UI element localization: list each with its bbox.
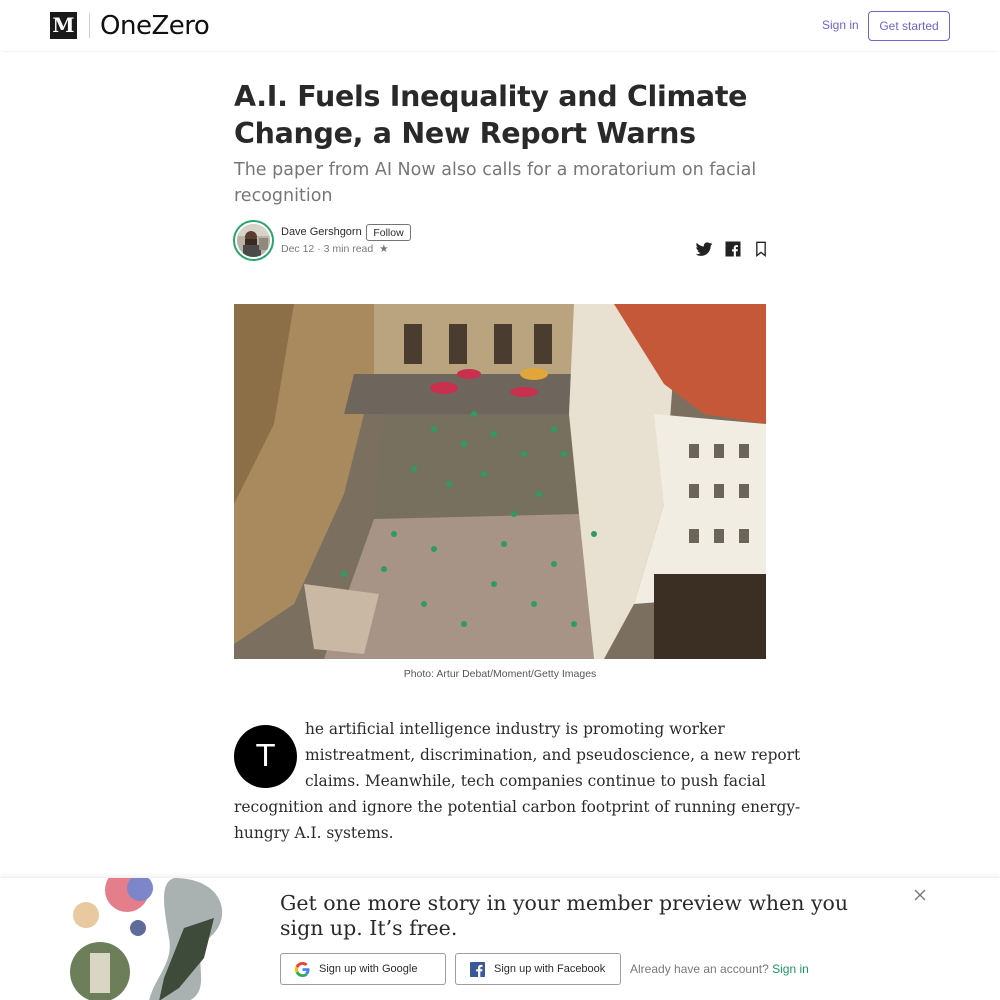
top-navigation-bar: M OneZero Sign in Get started [0, 0, 1000, 51]
have-account-label: Already have an account? [630, 962, 769, 976]
sign-in-link[interactable]: Sign in [822, 18, 859, 32]
facebook-signup-button[interactable]: Sign up with Facebook [455, 953, 621, 985]
read-time: 3 min read [323, 243, 374, 255]
medium-logo[interactable]: M [50, 12, 77, 39]
facebook-signup-label: Sign up with Facebook [494, 963, 606, 975]
article-title-line: A.I. Fuels Inequality and Climate [234, 80, 748, 113]
meta-separator: · [317, 243, 321, 255]
have-account-text: Already have an account? Sign in [630, 962, 809, 976]
close-icon[interactable] [912, 887, 928, 903]
avatar-photo [237, 224, 270, 257]
google-signup-label: Sign up with Google [319, 963, 418, 975]
banner-sign-in-link[interactable]: Sign in [772, 962, 809, 976]
twitter-icon[interactable] [694, 239, 714, 259]
author-avatar[interactable] [233, 220, 274, 261]
publish-date[interactable]: Dec 12 [281, 243, 314, 255]
article-title: A.I. Fuels Inequality and Climate Change… [234, 78, 774, 152]
body-line: recognition and ignore the potential car… [234, 798, 801, 816]
logo-divider [89, 13, 90, 38]
body-line: hungry A.I. systems. [234, 824, 394, 842]
follow-button[interactable]: Follow [366, 224, 411, 241]
hero-image [234, 304, 766, 659]
google-signup-button[interactable]: Sign up with Google [280, 953, 446, 985]
article-meta: Dec 12 · 3 min read ★ [281, 243, 389, 255]
publication-logo[interactable]: OneZero [100, 10, 210, 42]
article-subtitle: The paper from AI Now also calls for a m… [234, 160, 757, 206]
article-title-line: Change, a New Report Warns [234, 117, 696, 150]
banner-illustration [64, 878, 244, 1000]
image-caption: Photo: Artur Debat/Moment/Getty Images [403, 668, 597, 680]
body-line: claims. Meanwhile, tech companies contin… [305, 772, 766, 790]
get-started-button[interactable]: Get started [868, 11, 950, 41]
banner-headline: Get one more story in your member previe… [280, 891, 849, 940]
facebook-icon [470, 962, 485, 977]
drop-cap: T [234, 725, 297, 788]
body-line: mistreatment, discrimination, and pseudo… [305, 746, 801, 764]
bookmark-icon[interactable] [751, 239, 771, 259]
author-name[interactable]: Dave Gershgorn [281, 226, 362, 238]
body-line: he artificial intelligence industry is p… [305, 720, 725, 738]
google-icon [295, 962, 310, 977]
signup-banner: Get one more story in your member previe… [0, 877, 1000, 1000]
member-star-icon: ★ [379, 243, 389, 255]
facebook-icon[interactable] [723, 239, 743, 259]
